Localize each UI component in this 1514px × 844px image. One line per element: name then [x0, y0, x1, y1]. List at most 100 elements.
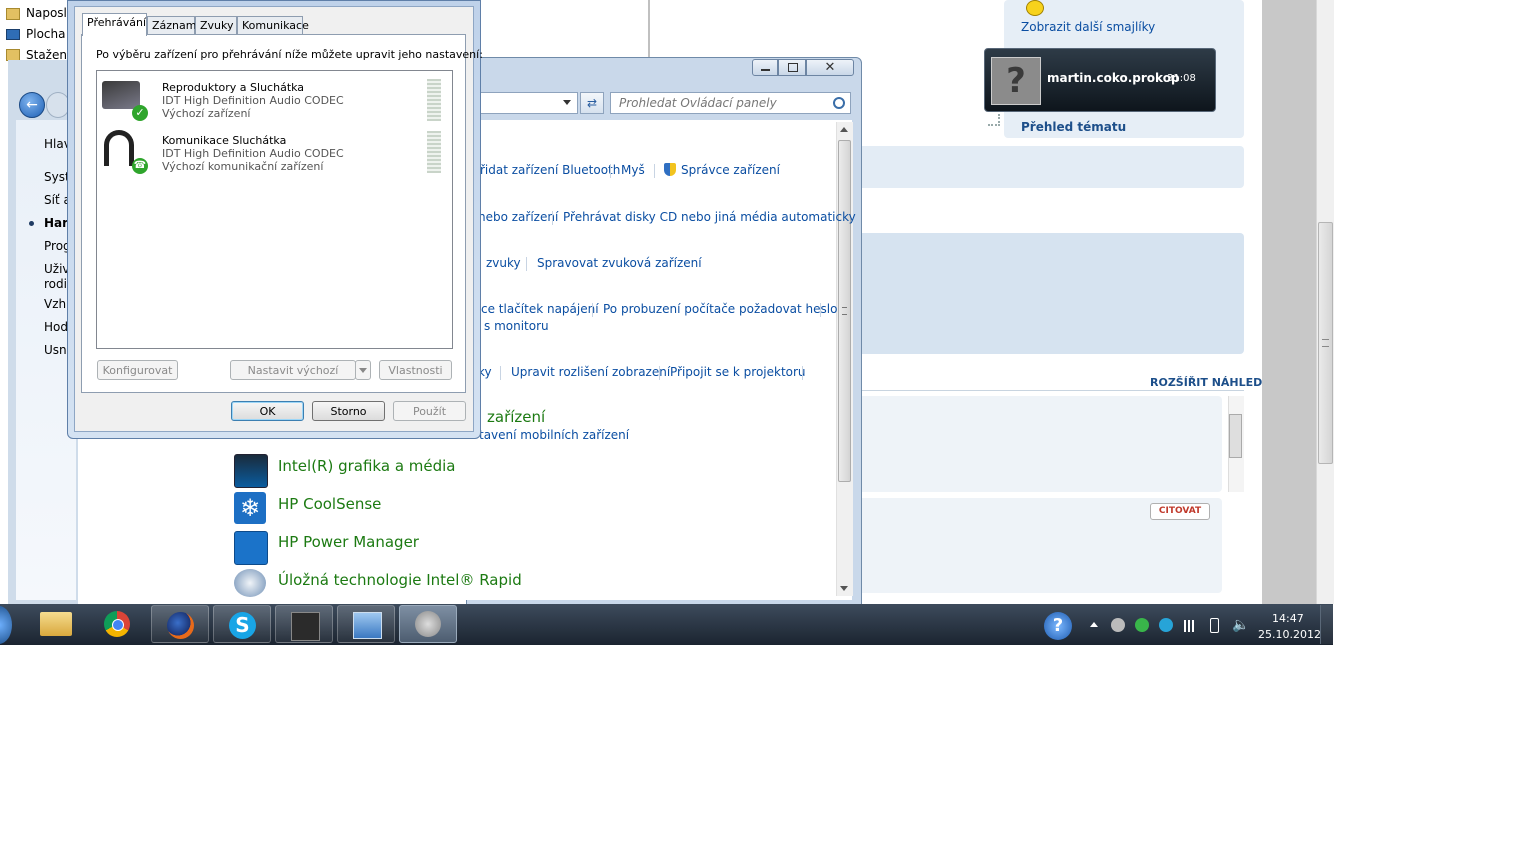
skype-icon: S	[229, 612, 256, 639]
scroll-down-icon[interactable]	[840, 586, 848, 591]
nav-bullet-icon	[29, 221, 34, 226]
notification-user: martin.coko.prokop	[1047, 71, 1180, 85]
intel-graphics-title[interactable]: Intel(R) grafika a média	[278, 457, 456, 475]
manage-audio-link[interactable]: Spravovat zvuková zařízení	[537, 256, 702, 270]
sound-taskbar-button[interactable]	[399, 605, 457, 643]
nav-item-user[interactable]: Uživ	[44, 262, 70, 276]
quote-button[interactable]: CITOVAT	[1150, 503, 1210, 520]
chevron-down-icon[interactable]	[563, 100, 571, 105]
separator	[552, 211, 553, 225]
battery-icon[interactable]	[1210, 618, 1219, 633]
back-button[interactable]: ←	[19, 92, 45, 118]
mouse-link[interactable]: Myš	[621, 163, 645, 177]
scroll-up-icon[interactable]	[840, 127, 848, 132]
mobile-settings-link[interactable]: tavení mobilních zařízení	[479, 428, 629, 442]
antivirus-icon[interactable]	[1135, 618, 1149, 632]
set-default-button[interactable]: Nastavit výchozí	[230, 360, 356, 380]
hp-power-manager-title[interactable]: HP Power Manager	[278, 533, 419, 551]
cancel-button[interactable]: Storno	[312, 401, 385, 421]
projector-link[interactable]: Připojit se k projektoru	[670, 365, 806, 379]
device-item[interactable]: ✓ Reproduktory a Sluchátka IDT High Defi…	[98, 75, 438, 125]
chrome-taskbar-button[interactable]	[89, 605, 147, 643]
device-item[interactable]: ☎ Komunikace Sluchátka IDT High Definiti…	[98, 128, 438, 178]
divider	[858, 390, 1244, 391]
desktop-icon	[6, 29, 20, 40]
skype-taskbar-button[interactable]: S	[213, 605, 271, 643]
network-status-icon[interactable]	[1159, 618, 1173, 632]
nav-item-appearance[interactable]: Vzhl	[44, 297, 69, 311]
monitor-link[interactable]: s monitoru	[484, 319, 549, 333]
control-panel-taskbar-button[interactable]	[337, 605, 395, 643]
tray-help-icon[interactable]: ?	[1044, 612, 1072, 640]
clock-date[interactable]: 25.10.2012	[1258, 628, 1321, 641]
volume-meter	[427, 131, 441, 173]
volume-meter	[427, 79, 441, 121]
ok-button[interactable]: OK	[231, 401, 304, 421]
tab-playback[interactable]: Přehrávání	[82, 13, 147, 36]
apply-button[interactable]: Použít	[393, 401, 466, 421]
signal-icon[interactable]	[1184, 620, 1196, 632]
nav-item-clock[interactable]: Hod	[44, 320, 68, 334]
browser-scrollbar-thumb[interactable]	[1318, 222, 1333, 464]
autoplay-link[interactable]: Přehrávat disky CD nebo jiná média autom…	[563, 210, 856, 224]
intel-rapid-storage-title[interactable]: Úložná technologie Intel® Rapid	[278, 571, 522, 589]
set-default-dropdown[interactable]	[355, 360, 371, 380]
default-comm-icon: ☎	[132, 158, 148, 174]
show-desktop-button[interactable]	[1320, 605, 1334, 644]
volume-icon[interactable]: 🔈	[1232, 617, 1249, 633]
speaker-icon	[415, 611, 441, 637]
browser-panel-2	[858, 233, 1244, 354]
nav-item-system[interactable]: Syst	[44, 170, 70, 184]
energy-star-icon	[234, 531, 268, 565]
clock-time[interactable]: 14:47	[1272, 612, 1304, 625]
storage-icon	[234, 569, 266, 597]
tray-overflow-icon[interactable]	[1090, 622, 1098, 627]
power-buttons-link[interactable]: ce tlačítek napájení	[481, 302, 599, 316]
tab-communications[interactable]: Komunikace	[237, 16, 309, 34]
folder-icon	[40, 612, 72, 636]
topic-overview-link[interactable]: Přehled tématu	[1021, 120, 1126, 134]
configure-button[interactable]: Konfigurovat	[97, 360, 178, 380]
notification-time: 31:08	[1167, 73, 1196, 84]
counter-strike-taskbar-button[interactable]	[275, 605, 333, 643]
device-name: Reproduktory a Sluchátka	[162, 81, 305, 94]
properties-button[interactable]: Vlastnosti	[379, 360, 452, 380]
add-bluetooth-link[interactable]: řidat zařízení Bluetooth	[480, 163, 620, 177]
wake-password-link[interactable]: Po probuzení počítače požadovat heslo	[603, 302, 837, 316]
separator	[820, 303, 821, 317]
search-placeholder: Prohledat Ovládací panely	[619, 96, 777, 110]
close-button[interactable]: ✕	[806, 59, 854, 76]
tab-recording[interactable]: Záznam	[147, 16, 196, 34]
cp-scroll-thumb[interactable]	[838, 140, 851, 482]
tab-sounds[interactable]: Zvuky	[195, 16, 237, 34]
device-manager-link[interactable]: Správce zařízení	[681, 163, 780, 177]
reply-editor[interactable]	[858, 396, 1222, 492]
explorer-taskbar-button[interactable]	[28, 605, 86, 643]
address-bar[interactable]	[470, 92, 578, 114]
refresh-button[interactable]: ⇄	[580, 92, 604, 114]
firefox-icon	[167, 612, 194, 639]
expand-preview-link[interactable]: ROZŠÍŘIT NÁHLED	[1150, 376, 1262, 389]
nav-item-family[interactable]: rodi	[44, 277, 67, 291]
steam-icon[interactable]	[1111, 618, 1125, 632]
folder-icon	[6, 8, 20, 20]
editor-scroll-thumb[interactable]	[1229, 414, 1242, 458]
sounds-link[interactable]: zvuky	[486, 256, 521, 270]
instruction-text: Po výběru zařízení pro přehrávání níže m…	[96, 48, 483, 61]
restore-button[interactable]	[778, 59, 806, 76]
separator	[592, 303, 593, 317]
control-panel-icon	[353, 612, 382, 639]
mobile-devices-title[interactable]: zařízení	[487, 408, 545, 426]
shield-icon	[664, 163, 676, 176]
separator	[654, 164, 655, 178]
more-smileys-link[interactable]: Zobrazit další smajlíky	[1021, 20, 1155, 34]
device-link[interactable]: nebo zařízení	[478, 210, 558, 224]
minimize-button[interactable]	[752, 59, 778, 76]
firefox-taskbar-button[interactable]	[151, 605, 209, 643]
resolution-link[interactable]: Upravit rozlišení zobrazení	[511, 365, 670, 379]
hp-coolsense-title[interactable]: HP CoolSense	[278, 495, 381, 513]
search-box[interactable]: Prohledat Ovládací panely	[610, 92, 851, 114]
chat-notification[interactable]: ? martin.coko.prokop 31:08	[984, 48, 1216, 112]
browser-right-margin	[1262, 0, 1316, 604]
favorite-desktop[interactable]: Plocha	[26, 27, 65, 41]
